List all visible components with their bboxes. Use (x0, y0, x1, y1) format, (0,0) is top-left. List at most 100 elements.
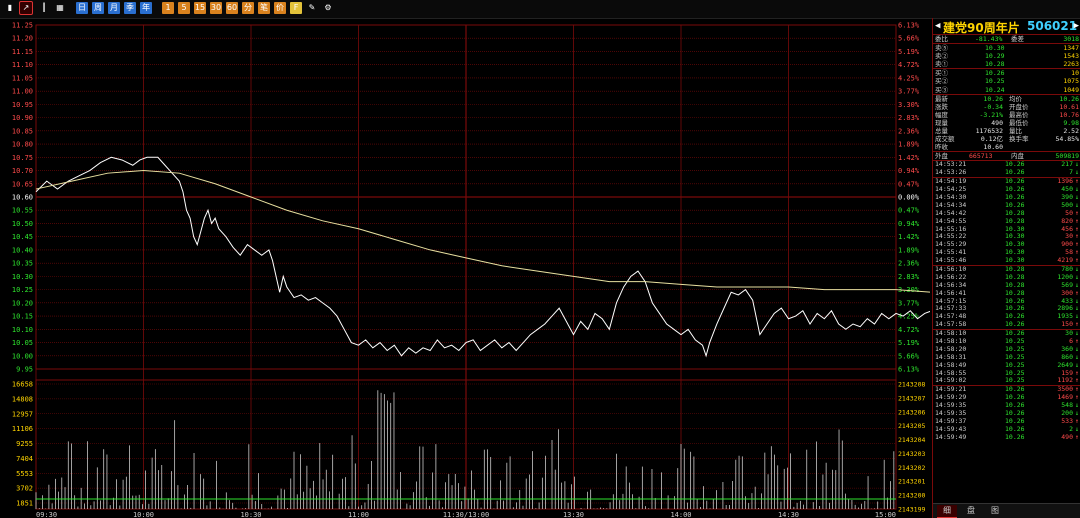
buy-label: 买① (935, 69, 948, 78)
pct-tick-label: 0.00% (898, 194, 920, 202)
minute-button-8[interactable]: F (290, 2, 302, 14)
intraday-chart[interactable]: 11.25 6.13% 11.20 5.66% 11.15 5.19% 11.10 4.72%… (0, 18, 930, 518)
pct-tick-label: 4.25% (898, 74, 920, 82)
volume-tick-label: 3702 (16, 485, 33, 493)
tab-0[interactable]: 细 (937, 505, 957, 518)
prev-stock-icon[interactable]: ◀ (935, 21, 940, 31)
sell-book: 卖⑤ 10.30 1347 卖② 10.29 1543 卖① 10.28 2263 (933, 43, 1080, 68)
quote-label: 现量 (935, 118, 948, 127)
time-tick-label: 15:00 (875, 511, 896, 518)
quote-label: 成交额 (935, 135, 955, 144)
tick-volume: 150 (1061, 320, 1073, 329)
tick-volume: 1192 (1057, 376, 1073, 385)
gear-icon[interactable]: ⚙ (322, 2, 334, 14)
quote-label-2: 最低价 (1009, 118, 1029, 127)
minute-button-2[interactable]: 15 (194, 2, 206, 14)
period-button-1[interactable]: 周 (92, 2, 104, 14)
tick-price: 10.30 (1005, 256, 1025, 265)
sell-price: 10.28 (985, 60, 1005, 69)
panel-tabs: 细盘图 (933, 503, 1080, 518)
quote-value: 490 (991, 118, 1003, 127)
price-tick-label: 10.65 (12, 180, 33, 188)
stock-code: 506021 (1027, 19, 1078, 33)
average-price-line (35, 170, 930, 293)
period-button-3[interactable]: 季 (124, 2, 136, 14)
bar-chart-icon[interactable]: ▮ (4, 2, 16, 14)
price-tick-label: 10.60 (12, 194, 33, 202)
pct-tick-label: 5.66% (898, 352, 920, 360)
pct-tick-label: 0.47% (898, 180, 920, 188)
tick-time: 14:55:46 (935, 256, 967, 265)
minute-button-4[interactable]: 60 (226, 2, 238, 14)
price-tick-label: 10.00 (12, 352, 33, 360)
minute-button-6[interactable]: 笔 (258, 2, 270, 14)
pct-tick-label: 3.77% (898, 88, 920, 96)
price-tick-label: 10.55 (12, 207, 33, 215)
weibi-row: 委比 -81.43% 委差 3018 (933, 34, 1080, 43)
quote-value-2: 10.61 (1059, 102, 1079, 111)
minute-button-0[interactable]: 1 (162, 2, 174, 14)
buy-volume: 1075 (1063, 77, 1079, 86)
next-stock-icon[interactable]: ▶ (1074, 21, 1079, 31)
inner-label: 内盘 (1011, 152, 1024, 161)
price-tick-label: 11.20 (12, 35, 33, 43)
pct-tick-label: 1.42% (898, 233, 920, 241)
line-chart-icon[interactable]: ↗ (19, 1, 33, 15)
tab-1[interactable]: 盘 (961, 505, 981, 517)
sell-label: 卖② (935, 52, 948, 61)
tick-time: 14:59:02 (935, 376, 967, 385)
price-tick-label: 10.50 (12, 220, 33, 228)
arrow-up-icon: ↑ (1075, 432, 1079, 441)
buy-price: 10.25 (985, 77, 1005, 86)
pct-tick-label: 4.25% (898, 313, 920, 321)
tick-row: 14:59:49 10.26 490 ↑ (933, 432, 1080, 442)
pct-tick-label: 2.36% (898, 260, 920, 268)
minute-button-3[interactable]: 30 (210, 2, 222, 14)
minute-button-7[interactable]: 价 (274, 2, 286, 14)
tick-row: 14:57:58 10.26 150 ↑ (933, 320, 1080, 329)
volume-right-tick-label: 2143208 (898, 381, 925, 389)
volume-right-tick-label: 2143203 (898, 450, 925, 458)
tick-price: 10.26 (1005, 432, 1025, 441)
weibi-value: -81.43% (975, 35, 1003, 43)
quote-value-2: 10.76 (1059, 110, 1079, 119)
volume-right-tick-label: 2143205 (898, 422, 925, 430)
pct-tick-label: 6.13% (898, 366, 920, 374)
pct-tick-label: 3.30% (898, 101, 920, 109)
price-tick-label: 10.25 (12, 286, 33, 294)
outer-value: 665713 (969, 152, 993, 161)
pencil-icon[interactable]: ✎ (306, 2, 318, 14)
tick-price: 10.26 (1005, 320, 1025, 329)
quote-label-2: 均价 (1009, 94, 1022, 103)
period-button-2[interactable]: 月 (108, 2, 120, 14)
period-button-4[interactable]: 年 (140, 2, 152, 14)
volume-tick-label: 1851 (16, 500, 33, 508)
arrow-up-icon: ↑ (1075, 320, 1079, 329)
pct-tick-label: 0.94% (898, 220, 920, 228)
time-tick-label: 13:30 (563, 511, 584, 518)
minute-button-1[interactable]: 5 (178, 2, 190, 14)
tab-2[interactable]: 图 (985, 505, 1005, 517)
minute-button-5[interactable]: 分 (242, 2, 254, 14)
pct-tick-label: 5.66% (898, 35, 920, 43)
quote-value: 1176532 (975, 127, 1003, 136)
pct-tick-label: 4.72% (898, 61, 920, 69)
pct-tick-label: 0.47% (898, 207, 920, 215)
time-tick-label: 10:30 (240, 511, 261, 518)
tick-row: 14:59:02 10.25 1192 ↑ (933, 377, 1080, 385)
price-tick-label: 10.30 (12, 273, 33, 281)
volume-tick-label: 16658 (12, 381, 33, 389)
sell-level: 卖⑤ 10.30 1347 (933, 44, 1080, 52)
buy-book: 买① 10.26 10 买② 10.25 1075 买③ 10.24 1049 (933, 68, 1080, 94)
volume-right-tick-label: 2143199 (898, 506, 925, 514)
quote-panel: ◀ 建党90周年片 506021 ▶ 委比 -81.43% 委差 3018 卖⑤… (932, 18, 1080, 518)
calendar-icon[interactable]: ▦ (54, 2, 66, 14)
quote-row: 幅度 -3.21% 最高价 10.76 (933, 111, 1080, 119)
outer-inner-row: 外盘 665713 内盘 509819 (933, 151, 1080, 160)
sell-level: 卖① 10.28 2263 (933, 60, 1080, 68)
period-button-0[interactable]: 日 (76, 2, 88, 14)
tick-list[interactable]: 14:53:21 10.26 217 ↓ 14:53:26 10.26 7 ↓ 14:54:19… (933, 160, 1080, 441)
kline-icon[interactable]: ┃ (38, 2, 50, 14)
buy-label: 买③ (935, 85, 948, 94)
arrow-down-icon: ↓ (1075, 168, 1079, 177)
